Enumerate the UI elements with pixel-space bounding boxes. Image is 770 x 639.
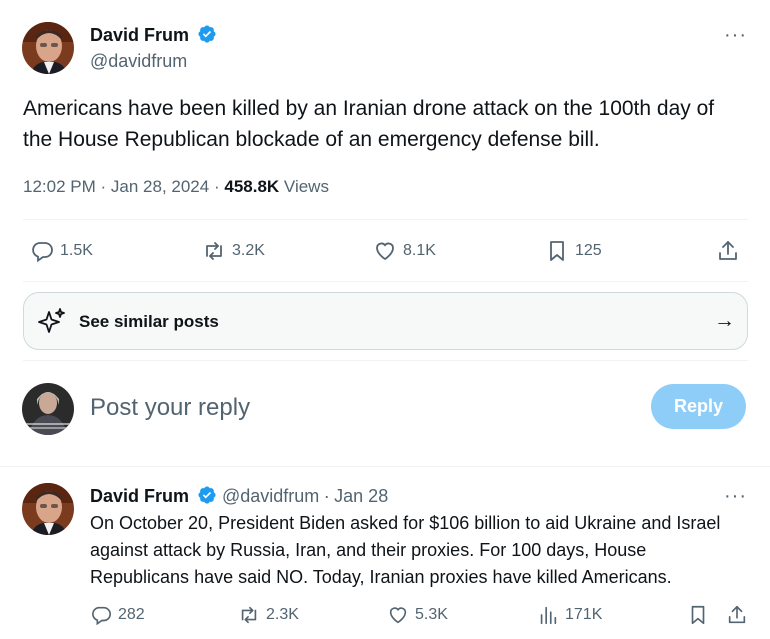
bookmark-button[interactable]: 125 <box>545 239 602 263</box>
retweet-button[interactable]: 2.3K <box>238 604 299 626</box>
share-button[interactable] <box>726 604 754 626</box>
share-icon <box>728 605 746 624</box>
sparkle-icon <box>38 308 65 333</box>
views-button[interactable]: 171K <box>537 604 602 626</box>
divider <box>23 219 748 220</box>
share-button[interactable] <box>716 239 746 263</box>
author-handle[interactable]: @davidfrum <box>222 486 319 506</box>
thread-separator <box>0 466 770 467</box>
author-avatar[interactable] <box>22 483 74 535</box>
tweet-date[interactable]: Jan 28 <box>334 486 388 506</box>
divider <box>23 360 748 361</box>
bookmark-icon <box>550 241 564 261</box>
arrow-right-icon: → <box>714 309 735 332</box>
reply-input[interactable] <box>90 390 630 426</box>
heart-icon <box>389 607 407 624</box>
author-name[interactable]: David Frum <box>90 25 189 45</box>
bookmark-icon <box>691 605 705 625</box>
like-button[interactable]: 8.1K <box>373 239 436 263</box>
heart-icon <box>376 242 394 261</box>
tweet-meta: 12:02 PM · Jan 28, 2024 · 458.8K Views <box>23 177 329 196</box>
retweet-button[interactable]: 3.2K <box>202 239 265 263</box>
see-similar-posts-label: See similar posts <box>79 312 219 331</box>
like-button[interactable]: 5.3K <box>387 604 448 626</box>
author-name[interactable]: David Frum <box>90 486 189 506</box>
verified-badge-icon <box>198 25 217 43</box>
tweet-time[interactable]: 12:02 PM <box>23 177 96 196</box>
tweet-date[interactable]: Jan 28, 2024 <box>111 177 209 196</box>
share-icon <box>719 241 737 260</box>
reply-icon <box>92 606 111 626</box>
see-similar-posts-button[interactable]: See similar posts → <box>23 292 748 350</box>
reply-icon <box>32 242 53 263</box>
reply-button[interactable]: 1.5K <box>30 239 93 263</box>
analytics-icon <box>540 606 557 625</box>
verified-badge-icon <box>198 486 217 504</box>
more-options-icon[interactable]: ··· <box>724 24 747 47</box>
more-options-icon[interactable]: ··· <box>724 485 747 508</box>
views-count: 458.8K <box>224 177 280 196</box>
user-avatar[interactable] <box>22 383 74 435</box>
divider <box>23 281 748 282</box>
retweet-icon <box>241 606 257 624</box>
reply-submit-button[interactable]: Reply <box>651 384 746 429</box>
views-label: Views <box>283 177 329 196</box>
second-tweet-header: David Frum @davidfrum · Jan 28 <box>90 486 389 506</box>
retweet-icon <box>206 242 222 260</box>
reply-button[interactable]: 282 <box>90 604 145 626</box>
bookmark-button[interactable] <box>687 604 715 626</box>
author-handle[interactable]: @davidfrum <box>90 51 187 72</box>
author-avatar[interactable] <box>22 22 74 74</box>
tweet-text: On October 20, President Biden asked for… <box>90 513 721 587</box>
tweet-text: Americans have been killed by an Iranian… <box>23 97 715 151</box>
